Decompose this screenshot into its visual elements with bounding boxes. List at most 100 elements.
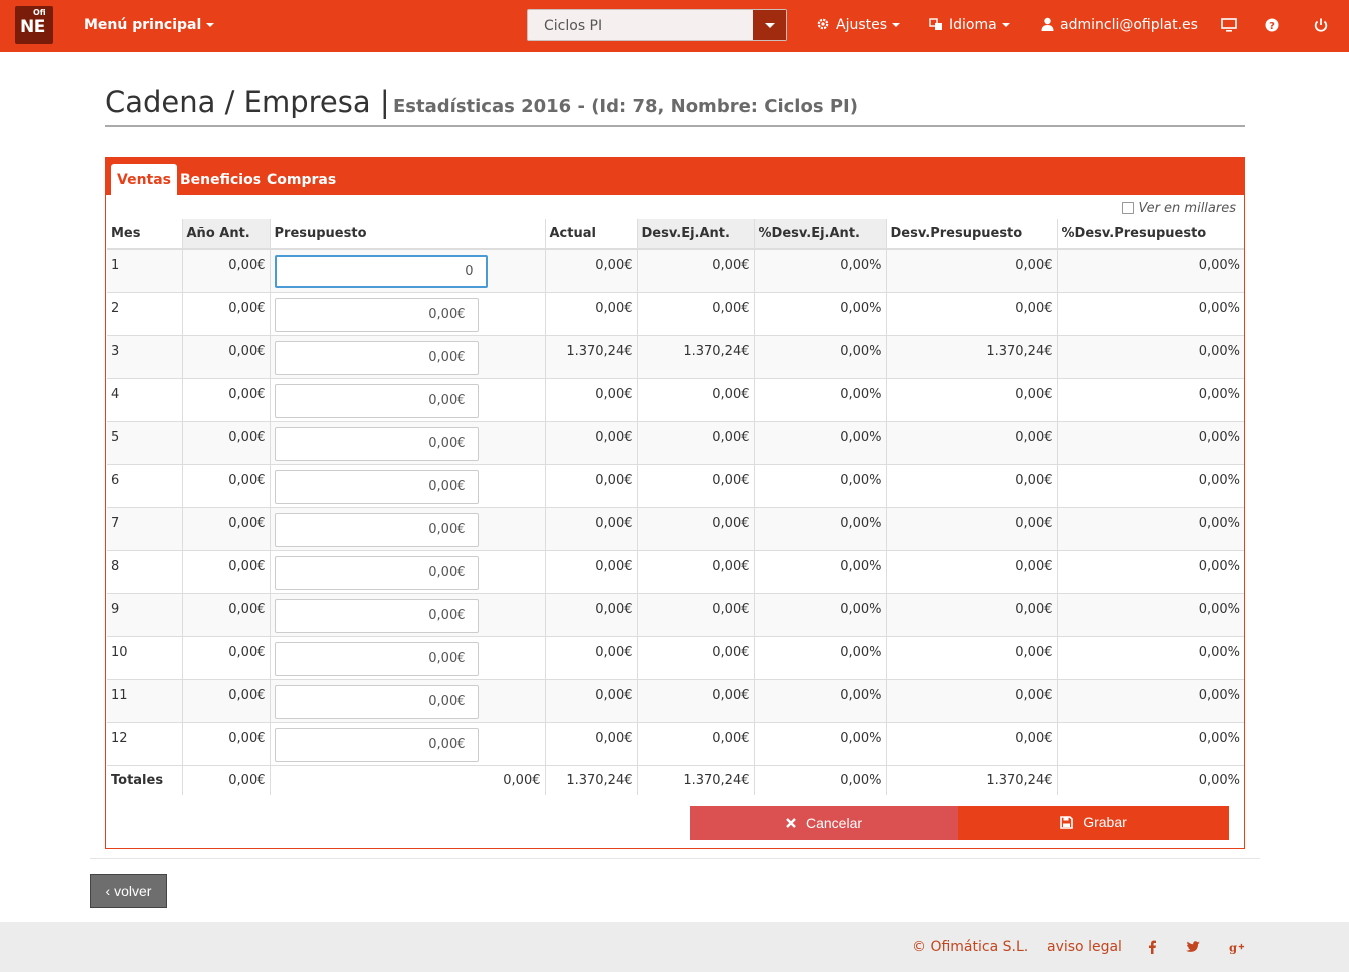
top-navbar: Ofi NE Menú principal Ciclos PI Ajustes … xyxy=(0,0,1349,52)
main-menu-dropdown[interactable]: Menú principal xyxy=(84,17,215,33)
budget-cell xyxy=(269,377,545,421)
dev-budget-cell: 0,00€ xyxy=(885,377,1057,421)
user-icon xyxy=(1041,17,1054,31)
thousands-label: Ver en millares xyxy=(1138,201,1236,216)
language-dropdown[interactable]: Idioma xyxy=(929,17,1010,33)
table-row: 90,00€0,00€0,00€0,00%0,00€0,00% xyxy=(107,592,1244,636)
budget-input[interactable] xyxy=(274,598,479,633)
chevron-down-icon xyxy=(765,23,775,28)
language-icon xyxy=(929,18,942,30)
ofine-logo[interactable]: Ofi NE xyxy=(15,6,53,44)
user-menu[interactable]: admincli@ofiplat.es xyxy=(1041,17,1198,33)
chevron-down-icon xyxy=(206,23,215,27)
column-header: Desv.Ej.Ant. xyxy=(636,219,754,250)
budget-input[interactable] xyxy=(274,297,479,332)
table-row: 100,00€0,00€0,00€0,00%0,00€0,00% xyxy=(107,635,1244,679)
month-cell: 10 xyxy=(107,635,182,679)
back-label: volver xyxy=(114,883,152,899)
desktop-icon[interactable] xyxy=(1221,17,1237,33)
save-button[interactable]: Grabar xyxy=(958,806,1229,840)
legal-notice-link[interactable]: aviso legal xyxy=(1047,939,1122,955)
twitter-icon[interactable] xyxy=(1185,939,1201,955)
budget-cell xyxy=(269,592,545,636)
dev-budget-cell: 0,00€ xyxy=(885,549,1057,593)
budget-cell xyxy=(269,420,545,464)
budget-input[interactable] xyxy=(274,255,488,288)
budget-cell xyxy=(269,506,545,550)
table-row: 70,00€0,00€0,00€0,00%0,00€0,00% xyxy=(107,506,1244,550)
copyright: © Ofimática S.L. xyxy=(912,939,1029,955)
totals-dev-prev: 1.370,24€ xyxy=(636,764,754,795)
company-select-toggle[interactable] xyxy=(753,10,786,40)
tab-compras[interactable]: Compras xyxy=(261,164,342,195)
title-separator: | xyxy=(379,85,390,119)
google-plus-icon[interactable]: g xyxy=(1229,939,1245,955)
dev-prev-cell: 0,00€ xyxy=(636,592,754,636)
thousands-toggle[interactable]: Ver en millares xyxy=(1122,201,1236,216)
budget-input[interactable] xyxy=(274,641,479,676)
budget-input[interactable] xyxy=(274,555,479,590)
dev-prev-cell: 0,00€ xyxy=(636,678,754,722)
facebook-icon[interactable] xyxy=(1144,939,1160,955)
pct-budget-cell: 0,00% xyxy=(1056,506,1244,550)
dev-budget-cell: 0,00€ xyxy=(885,721,1057,765)
prev-year-cell: 0,00€ xyxy=(181,506,270,550)
company-select[interactable]: Ciclos PI xyxy=(527,9,787,41)
back-button[interactable]: ‹ volver xyxy=(90,874,167,908)
budget-cell xyxy=(269,291,545,335)
budget-input[interactable] xyxy=(274,469,479,504)
dev-budget-cell: 0,00€ xyxy=(885,463,1057,507)
budget-cell xyxy=(269,248,545,292)
prev-year-cell: 0,00€ xyxy=(181,377,270,421)
tab-bar: Ventas Beneficios Compras xyxy=(106,158,1244,195)
budget-cell xyxy=(269,549,545,593)
budget-input[interactable] xyxy=(274,383,479,418)
pct-budget-cell: 0,00% xyxy=(1056,420,1244,464)
month-cell: 8 xyxy=(107,549,182,593)
pct-prev-cell: 0,00% xyxy=(753,334,886,378)
svg-text:g: g xyxy=(1229,940,1237,954)
settings-label: Ajustes xyxy=(836,17,888,33)
totals-actual: 1.370,24€ xyxy=(544,764,637,795)
budget-input[interactable] xyxy=(274,684,479,719)
chevron-down-icon xyxy=(1001,23,1010,27)
month-cell: 12 xyxy=(107,721,182,765)
settings-dropdown[interactable]: Ajustes xyxy=(816,17,901,33)
month-cell: 5 xyxy=(107,420,182,464)
column-header: %Desv.Presupuesto xyxy=(1056,219,1244,250)
actual-cell: 0,00€ xyxy=(544,420,637,464)
budget-cell xyxy=(269,334,545,378)
actual-cell: 0,00€ xyxy=(544,248,637,292)
actual-cell: 0,00€ xyxy=(544,463,637,507)
gear-icon xyxy=(817,18,829,30)
floppy-disk-icon xyxy=(1060,815,1074,829)
month-cell: 1 xyxy=(107,248,182,292)
actual-cell: 0,00€ xyxy=(544,678,637,722)
budget-input[interactable] xyxy=(274,340,479,375)
totals-budget: 0,00€ xyxy=(269,764,545,795)
month-cell: 6 xyxy=(107,463,182,507)
budget-input[interactable] xyxy=(274,727,479,762)
tab-ventas[interactable]: Ventas xyxy=(111,164,178,195)
pct-budget-cell: 0,00% xyxy=(1056,334,1244,378)
budget-input[interactable] xyxy=(274,426,479,461)
actual-cell: 0,00€ xyxy=(544,377,637,421)
help-icon[interactable]: ? xyxy=(1264,17,1280,33)
cancel-button[interactable]: Cancelar xyxy=(690,806,958,840)
column-header: Mes xyxy=(107,219,182,250)
power-icon[interactable] xyxy=(1313,17,1329,33)
actual-cell: 0,00€ xyxy=(544,592,637,636)
thousands-checkbox[interactable] xyxy=(1122,202,1135,214)
budget-input[interactable] xyxy=(274,512,479,547)
pct-prev-cell: 0,00% xyxy=(753,291,886,335)
dev-budget-cell: 0,00€ xyxy=(885,592,1057,636)
month-cell: 11 xyxy=(107,678,182,722)
pct-prev-cell: 0,00% xyxy=(753,721,886,765)
pct-prev-cell: 0,00% xyxy=(753,248,886,292)
page-footer: © Ofimática S.L. aviso legal g xyxy=(0,922,1349,972)
cancel-label: Cancelar xyxy=(805,815,863,831)
tab-beneficios[interactable]: Beneficios xyxy=(174,164,267,195)
totals-pct-prev: 0,00% xyxy=(753,764,886,795)
pct-prev-cell: 0,00% xyxy=(753,635,886,679)
prev-year-cell: 0,00€ xyxy=(181,592,270,636)
